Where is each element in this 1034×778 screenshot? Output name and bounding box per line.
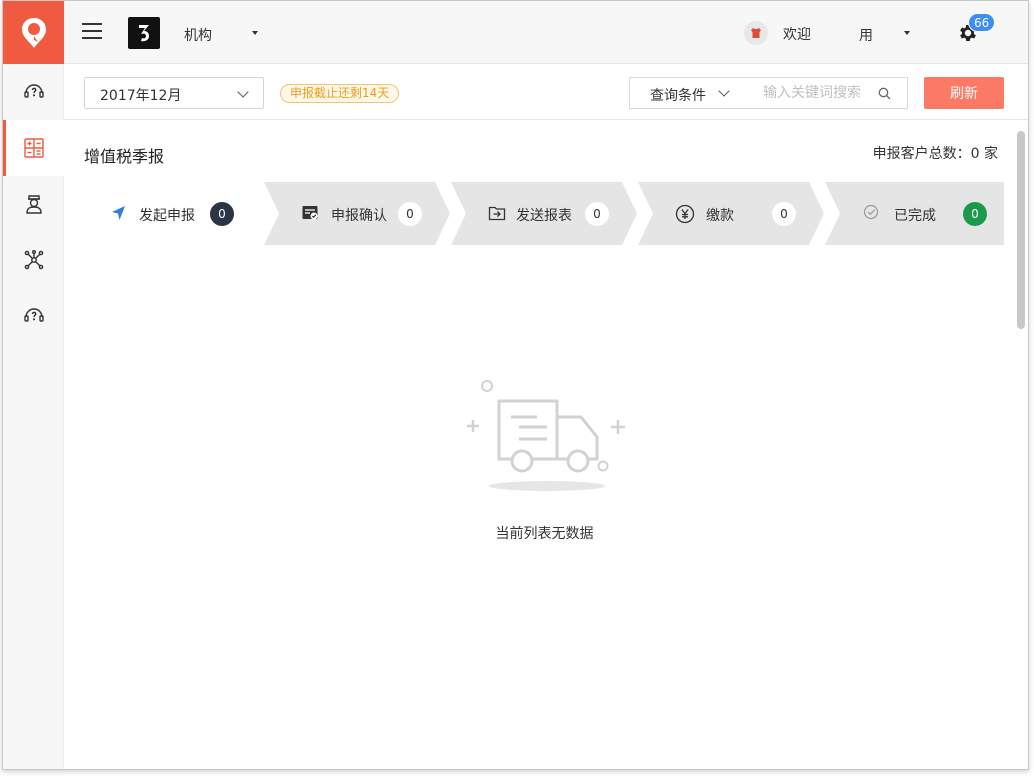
step-count-badge: 0 <box>772 202 796 226</box>
org-logo-mark-icon <box>139 25 149 42</box>
network-icon <box>24 250 43 270</box>
total-clients-value: 0 <box>970 146 980 162</box>
chevron-down-icon <box>237 86 249 98</box>
chevron-down-icon <box>718 85 730 97</box>
org-logo <box>128 17 160 49</box>
step-initiate[interactable]: 发起申报 0 <box>84 182 264 245</box>
yen-icon <box>675 204 695 224</box>
empty-state-text: 当前列表无数据 <box>495 526 594 542</box>
step-label: 已完成 <box>894 208 936 224</box>
sidebar-item-network[interactable] <box>3 232 64 288</box>
period-selector[interactable]: 2017年12月 <box>84 77 264 109</box>
step-label: 发送报表 <box>516 208 572 224</box>
total-clients: 申报客户总数：0 家 <box>873 143 998 163</box>
query-conditions-label: 查询条件 <box>650 88 706 104</box>
notification-badge[interactable]: 66 <box>968 13 996 32</box>
welcome-text: 欢迎 <box>783 27 811 43</box>
page-title: 增值税季报 <box>84 147 165 166</box>
sidebar-item-help[interactable] <box>3 288 64 344</box>
send-arrow-icon <box>112 206 125 220</box>
calculator-icon <box>23 138 44 158</box>
shirt-icon <box>751 28 761 38</box>
search-input[interactable] <box>763 85 873 101</box>
org-caret-icon[interactable] <box>252 31 258 35</box>
org-selector[interactable]: 机构 <box>184 25 212 45</box>
step-confirm[interactable]: 申报确认 0 <box>264 182 451 245</box>
sidebar-item-calculator[interactable] <box>3 120 64 176</box>
top-header: 机构 欢迎 用 66 <box>64 1 1028 64</box>
query-conditions-dropdown[interactable]: 查询条件 <box>629 77 749 109</box>
step-count-badge: 0 <box>585 202 609 226</box>
confirm-doc-icon <box>302 206 318 220</box>
check-circle-icon <box>863 204 879 220</box>
total-clients-label: 申报客户总数： <box>872 146 971 162</box>
help-headset-icon <box>23 308 44 322</box>
step-count-badge: 0 <box>210 202 234 226</box>
sidebar-item-support[interactable] <box>3 64 64 120</box>
app-window: 机构 欢迎 用 66 2017年12月 申报截止还剩14天 查询条件 刷新 增 <box>2 0 1029 770</box>
deadline-badge: 申报截止还剩14天 <box>280 84 400 103</box>
step-count-badge: 0 <box>398 202 422 226</box>
step-label: 缴款 <box>706 208 734 224</box>
step-count-badge: 0 <box>963 202 987 226</box>
step-label: 申报确认 <box>331 208 387 224</box>
step-completed[interactable]: 已完成 0 <box>825 182 1004 245</box>
search-box <box>748 77 908 109</box>
logo-pin-icon <box>21 17 46 48</box>
refresh-button[interactable]: 刷新 <box>924 77 1004 109</box>
step-send-report[interactable]: 发送报表 0 <box>451 182 638 245</box>
send-folder-icon <box>488 206 506 221</box>
step-label: 发起申报 <box>139 208 195 224</box>
vertical-scrollbar[interactable] <box>1017 131 1025 329</box>
main-content: 增值税季报 申报客户总数：0 家 发起申报 0 申报确认 0 发送报表 0 缴款… <box>64 121 1028 769</box>
user-avatar[interactable] <box>744 21 768 45</box>
support-icon <box>23 84 44 98</box>
search-icon[interactable] <box>878 87 891 100</box>
consultant-icon <box>25 195 42 214</box>
menu-toggle-icon[interactable] <box>82 23 102 41</box>
app-logo[interactable] <box>3 1 64 64</box>
period-value: 2017年12月 <box>100 88 182 104</box>
user-caret-icon[interactable] <box>904 31 910 35</box>
workflow-steps: 发起申报 0 申报确认 0 发送报表 0 缴款 0 已完成 0 <box>84 182 1004 245</box>
step-payment[interactable]: 缴款 0 <box>638 182 825 245</box>
empty-truck-icon <box>467 380 625 491</box>
filter-toolbar: 2017年12月 申报截止还剩14天 查询条件 刷新 <box>64 64 1028 120</box>
username[interactable]: 用 <box>859 25 873 45</box>
sidebar <box>3 1 64 769</box>
sidebar-item-consultant[interactable] <box>3 176 64 232</box>
total-clients-unit: 家 <box>984 146 998 162</box>
